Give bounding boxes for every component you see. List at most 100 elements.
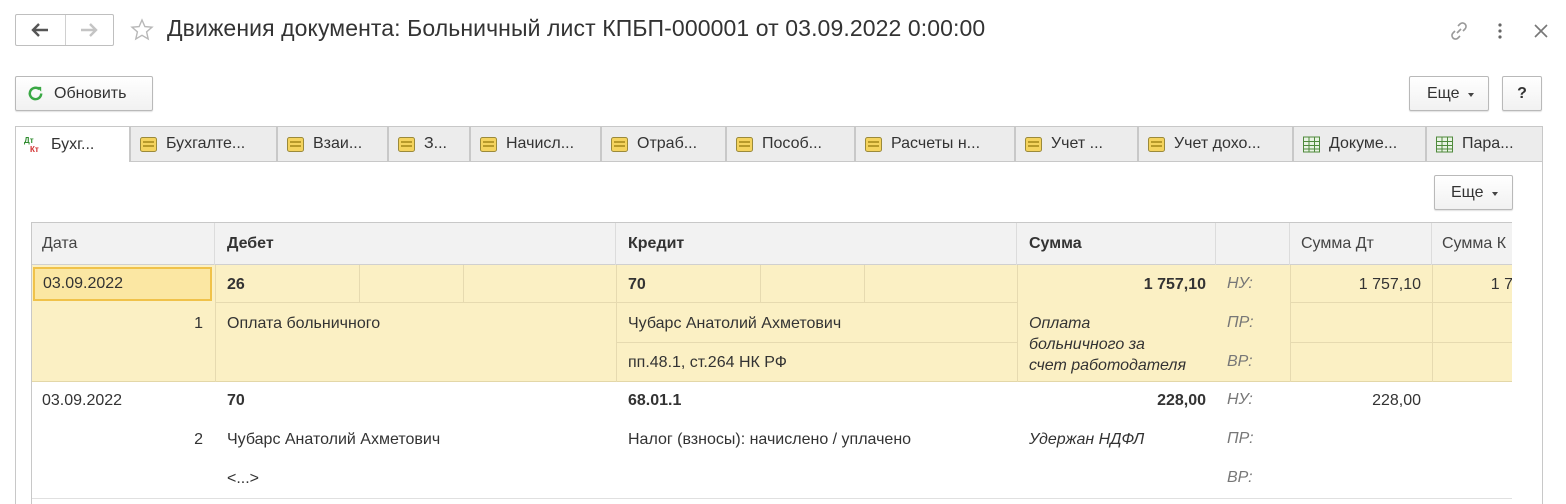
column-sum[interactable]: Сумма	[1017, 223, 1216, 265]
debit-account: 70	[227, 392, 245, 409]
credit-account: 70	[628, 276, 646, 293]
row-date: 03.09.2022	[43, 275, 124, 292]
table-more-button[interactable]: Еще	[1434, 175, 1513, 210]
tab-label: Отраб...	[637, 135, 698, 152]
tab-label: Пара...	[1462, 135, 1514, 152]
tab-register-4[interactable]: З...	[388, 126, 470, 161]
tab-register-5[interactable]: Начисл...	[470, 126, 601, 161]
credit-subconto-1: Налог (взносы): начислено / уплачено	[628, 431, 912, 448]
link-icon	[1451, 22, 1467, 40]
arrow-left-icon	[31, 23, 49, 37]
table-icon	[1436, 136, 1453, 152]
close-button[interactable]	[1530, 20, 1552, 42]
vertical-dots-icon	[1498, 23, 1502, 39]
window-title: Движения документа: Больничный лист КПБП…	[167, 15, 986, 41]
content-line-3: счет работодателя	[1029, 357, 1186, 374]
help-button[interactable]: ?	[1502, 76, 1542, 111]
column-label	[1216, 223, 1290, 265]
more-actions-label: Еще	[1427, 84, 1460, 102]
tab-register-9[interactable]: Учет ...	[1015, 126, 1138, 161]
tab-register-12[interactable]: Пара...	[1426, 126, 1543, 161]
tab-label: Докуме...	[1329, 135, 1398, 152]
content-line-1: Оплата	[1029, 315, 1091, 332]
column-debit[interactable]: Дебет	[215, 223, 616, 265]
history-nav	[15, 14, 114, 46]
help-label: ?	[1517, 84, 1527, 102]
label-pr: ПР:	[1227, 314, 1254, 331]
sum-value: 228,00	[1157, 392, 1206, 409]
selected-date-cell[interactable]: 03.09.2022	[33, 267, 212, 301]
row-number: 2	[194, 431, 203, 448]
refresh-label: Обновить	[54, 84, 127, 102]
register-icon	[865, 136, 882, 152]
label-nu: НУ:	[1227, 391, 1253, 408]
debit-subconto-1: Чубарс Анатолий Ахметович	[227, 431, 441, 448]
tab-label: З...	[424, 135, 447, 152]
refresh-button[interactable]: Обновить	[15, 76, 153, 111]
favorite-star-icon[interactable]	[130, 18, 154, 42]
refresh-icon	[28, 86, 43, 101]
movements-table: Дата Дебет Кредит Сумма Сумма Дт Сумма К…	[31, 222, 1512, 504]
tab-label: Учет дохо...	[1174, 135, 1261, 152]
more-menu-button[interactable]	[1489, 20, 1511, 42]
tab-register-3[interactable]: Взаи...	[277, 126, 388, 161]
link-button[interactable]	[1448, 20, 1470, 42]
register-tabs: Дт Кт Бухг... Бухгалте... Взаи... З... На…	[15, 126, 1543, 162]
column-date[interactable]: Дата	[32, 223, 215, 265]
tab-label: Пособ...	[762, 135, 822, 152]
table-more-label: Еще	[1451, 183, 1484, 201]
table-row[interactable]: 03.09.2022 1 26 Оплата больничного 70 Чу…	[32, 265, 1512, 382]
svg-text:Дт: Дт	[24, 136, 34, 145]
register-icon	[480, 136, 497, 152]
register-icon	[287, 136, 304, 152]
tab-label: Взаи...	[313, 135, 363, 152]
debit-account: 26	[227, 276, 245, 293]
tab-label: Учет ...	[1051, 135, 1103, 152]
column-sum-dt[interactable]: Сумма Дт	[1290, 223, 1432, 265]
tab-register-2[interactable]: Бухгалте...	[130, 126, 277, 161]
register-icon	[611, 136, 628, 152]
row-number: 1	[194, 315, 203, 332]
label-vr: ВР:	[1227, 353, 1253, 370]
tab-register-6[interactable]: Отраб...	[601, 126, 726, 161]
column-sum-kt[interactable]: Сумма К	[1432, 223, 1512, 265]
chevron-down-icon	[1467, 93, 1474, 97]
label-pr: ПР:	[1227, 430, 1254, 447]
arrow-right-icon	[81, 23, 98, 37]
forward-button[interactable]	[64, 15, 114, 45]
sum-dt-nu: 1 757,10	[1358, 276, 1421, 293]
back-button[interactable]	[16, 15, 65, 45]
credit-subconto-1: Чубарс Анатолий Ахметович	[628, 315, 842, 332]
register-icon	[1025, 136, 1042, 152]
sum-dt-nu: 228,00	[1372, 392, 1421, 409]
tab-register-10[interactable]: Учет дохо...	[1138, 126, 1293, 161]
more-actions-button[interactable]: Еще	[1409, 76, 1489, 111]
tab-register-7[interactable]: Пособ...	[726, 126, 855, 161]
content-line-1: Удержан НДФЛ	[1029, 431, 1145, 448]
svg-text:Кт: Кт	[30, 145, 39, 154]
tab-label: Бухг...	[51, 135, 95, 153]
tab-register-8[interactable]: Расчеты н...	[855, 126, 1015, 161]
table-icon	[1303, 136, 1320, 152]
table-row[interactable]: 03.09.2022 2 70 Чубарс Анатолий Ахметови…	[32, 382, 1512, 499]
content-line-2: больничного за	[1029, 336, 1145, 353]
tab-label: Начисл...	[506, 135, 575, 152]
sum-value: 1 757,10	[1143, 276, 1206, 293]
credit-subconto-2: пп.48.1, ст.264 НК РФ	[628, 354, 787, 371]
tab-register-11[interactable]: Докуме...	[1293, 126, 1426, 161]
label-vr: ВР:	[1227, 469, 1253, 486]
table-header: Дата Дебет Кредит Сумма Сумма Дт Сумма К	[32, 223, 1512, 265]
label-nu: НУ:	[1227, 275, 1253, 292]
register-icon	[1148, 136, 1165, 152]
debit-subconto-1: Оплата больничного	[227, 315, 381, 332]
debit-subconto-2: <...>	[227, 470, 260, 487]
chevron-down-icon	[1491, 192, 1498, 196]
column-credit[interactable]: Кредит	[616, 223, 1017, 265]
tab-accounting-movements[interactable]: Дт Кт Бухг...	[15, 126, 130, 162]
credit-account: 68.01.1	[628, 392, 682, 409]
dt-kt-icon: ДтКт	[24, 136, 39, 154]
register-icon	[398, 136, 415, 152]
row-date: 03.09.2022	[42, 392, 123, 409]
register-icon	[140, 136, 157, 152]
tab-label: Расчеты н...	[891, 135, 981, 152]
